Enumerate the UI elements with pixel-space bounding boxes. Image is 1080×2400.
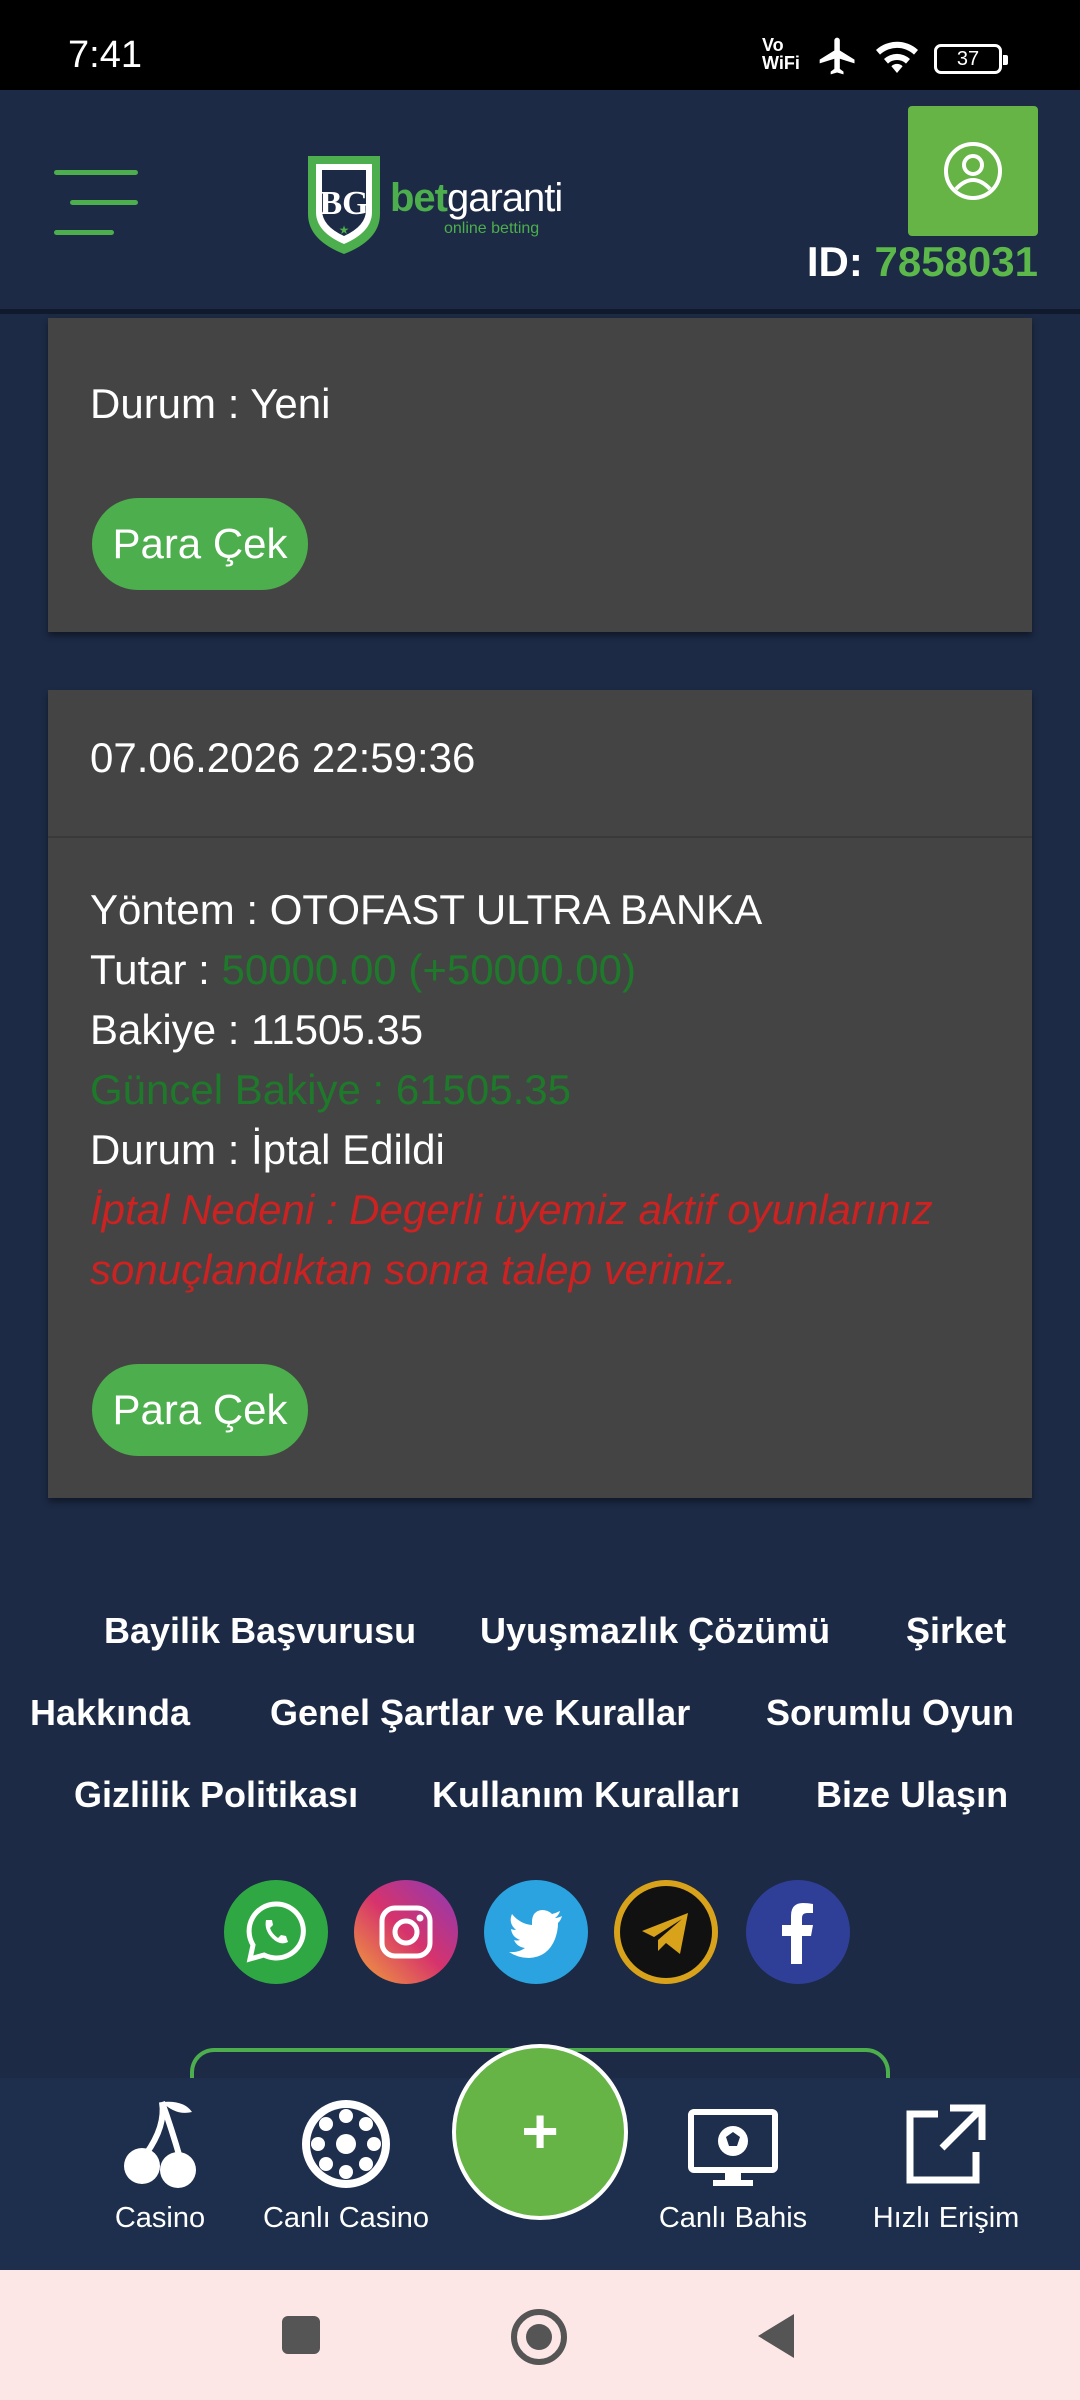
wifi-icon [876,41,918,73]
status-text: Durum : Yeni [90,380,331,427]
withdraw-button[interactable]: Para Çek [92,1364,308,1456]
withdrawal-card: Durum : Yeni Para Çek [48,318,1032,632]
amount-text: Tutar : 50000.00 (+50000.00) [90,946,637,993]
status-time: 7:41 [68,34,142,76]
nav-live-casino[interactable]: Canlı Casino [256,2096,436,2235]
footer-link-dealership[interactable]: Bayilik Başvurusu [104,1610,416,1652]
whatsapp-icon[interactable] [224,1880,328,1984]
footer-link-about[interactable]: Hakkında [30,1692,190,1734]
logo-wordmark: betgaranti [390,176,563,220]
footer-link-responsible[interactable]: Sorumlu Oyun [766,1692,1014,1734]
battery-indicator: 37 [934,44,1008,74]
recents-square-icon[interactable] [280,2314,322,2356]
back-triangle-icon[interactable] [754,2310,798,2362]
footer-link-privacy[interactable]: Gizlilik Politikası [74,1774,358,1816]
telegram-icon[interactable] [614,1880,718,1984]
current-balance-text: Güncel Bakiye : 61505.35 [90,1066,571,1113]
system-navigation-bar [0,2270,1080,2400]
user-account-button[interactable] [908,106,1038,236]
nav-quick-access[interactable]: Hızlı Erişim [866,2096,1026,2235]
cherry-icon [124,2100,196,2188]
add-fab-button[interactable]: + [452,2044,628,2220]
airplane-icon [819,37,855,75]
user-icon [944,142,1002,200]
cancel-reason-text-2: sonuçlandıktan sonra talep veriniz. [90,1246,737,1293]
hamburger-menu-icon[interactable] [54,170,138,236]
vowifi-indicator: Vo WiFi [762,35,800,73]
withdraw-button[interactable]: Para Çek [92,498,308,590]
withdrawal-card: 07.06.2026 22:59:36 Yöntem : OTOFAST ULT… [48,690,1032,1498]
logo-shield-icon: BG ★ [308,156,380,254]
method-text: Yöntem : OTOFAST ULTRA BANKA [90,886,763,933]
nav-casino[interactable]: Casino [100,2096,220,2235]
footer-link-dispute[interactable]: Uyuşmazlık Çözümü [480,1610,830,1652]
transaction-date: 07.06.2026 22:59:36 [90,734,476,781]
logo-tagline: online betting [444,220,540,237]
app-header: BG ★ betgaranti online betting ID: 78580… [0,90,1080,314]
twitter-icon[interactable] [484,1880,588,1984]
footer-link-usage[interactable]: Kullanım Kuralları [432,1774,740,1816]
footer-link-contact[interactable]: Bize Ulaşın [816,1774,1008,1816]
svg-text:★: ★ [339,223,350,237]
svg-text:BG: BG [319,185,368,222]
status-text: Durum : İptal Edildi [90,1126,445,1173]
betgaranti-logo[interactable]: BG ★ betgaranti online betting [304,152,574,256]
card-header: 07.06.2026 22:59:36 [48,690,1032,838]
roulette-icon [302,2100,390,2188]
instagram-icon[interactable] [354,1880,458,1984]
balance-text: Bakiye : 11505.35 [90,1006,424,1053]
user-id: ID: 7858031 [806,238,1038,285]
footer-link-company[interactable]: Şirket [906,1610,1006,1652]
external-link-icon [906,2104,986,2184]
status-bar: 7:41 Vo WiFi 37 [0,0,1080,90]
nav-live-betting[interactable]: Canlı Bahis [650,2096,816,2235]
facebook-icon[interactable] [746,1880,850,1984]
monitor-ball-icon [688,2109,778,2186]
cancel-reason-text: İptal Nedeni : Degerli üyemiz aktif oyun… [90,1186,933,1233]
footer-link-terms[interactable]: Genel Şartlar ve Kurallar [270,1692,690,1734]
home-circle-icon[interactable] [510,2308,568,2366]
